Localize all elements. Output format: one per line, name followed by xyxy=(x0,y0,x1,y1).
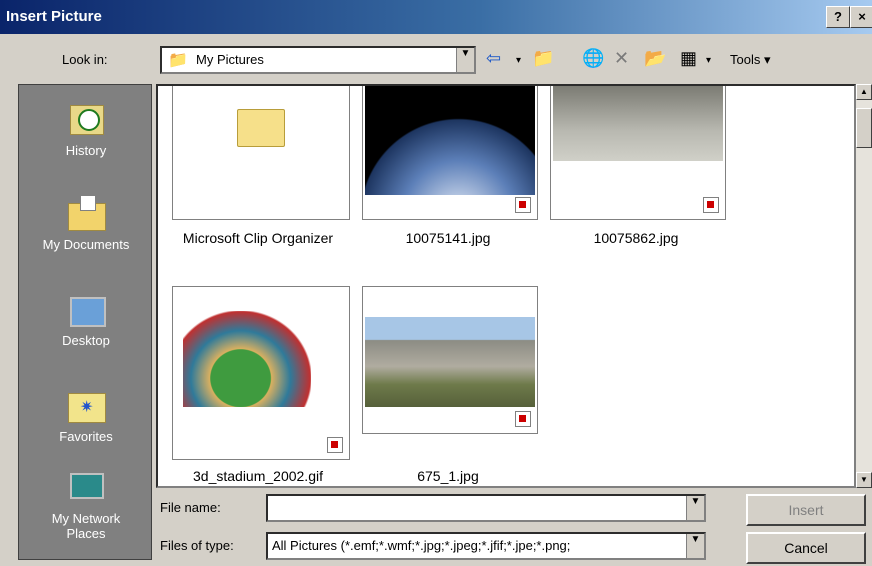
house-photo xyxy=(365,317,535,407)
file-name[interactable]: 10075141.jpg xyxy=(348,230,548,246)
places-bar: History My Documents Desktop ✷ Favorites xyxy=(18,84,152,560)
place-favorites[interactable]: ✷ Favorites xyxy=(19,387,153,444)
look-in-value: My Pictures xyxy=(196,52,264,67)
new-folder-icon[interactable]: 📂 xyxy=(644,48,666,69)
file-name-label: File name: xyxy=(160,500,221,515)
file-type-dropdown[interactable]: All Pictures (*.emf;*.wmf;*.jpg;*.jpeg;*… xyxy=(266,532,706,560)
file-type-label: Files of type: xyxy=(160,538,234,553)
favorites-icon: ✷ xyxy=(66,387,106,423)
chevron-down-icon[interactable]: ▼ xyxy=(686,534,704,558)
my-documents-icon xyxy=(66,195,106,231)
folder-icon xyxy=(237,109,285,147)
image-file-icon xyxy=(703,197,719,213)
image-file-icon xyxy=(327,437,343,453)
vertical-scrollbar[interactable]: ▲ ▼ xyxy=(856,84,872,488)
file-name[interactable]: 3d_stadium_2002.gif xyxy=(158,468,358,484)
views-dropdown-icon[interactable]: ▾ xyxy=(706,55,711,66)
place-history[interactable]: History xyxy=(19,101,153,158)
views-icon[interactable]: ▦ xyxy=(680,48,697,69)
back-icon[interactable]: ⇦ xyxy=(486,48,501,69)
place-desktop[interactable]: Desktop xyxy=(19,291,153,348)
folder-icon: 📁 xyxy=(168,52,188,69)
up-folder-icon[interactable]: 📁 xyxy=(532,48,554,69)
title-bar: Insert Picture ? × xyxy=(0,0,872,34)
scroll-thumb[interactable] xyxy=(856,108,872,148)
image-file-icon xyxy=(515,197,531,213)
scroll-down-icon[interactable]: ▼ xyxy=(856,472,872,488)
search-web-icon[interactable]: 🌐 xyxy=(582,48,604,69)
back-dropdown-icon[interactable]: ▾ xyxy=(516,55,521,66)
file-name[interactable]: 10075862.jpg xyxy=(536,230,736,246)
chevron-down-icon[interactable]: ▼ xyxy=(456,48,474,72)
file-thumbnail[interactable] xyxy=(550,86,726,220)
file-thumbnail[interactable] xyxy=(172,86,350,220)
insert-button[interactable]: Insert xyxy=(746,494,866,526)
moon-photo xyxy=(553,86,723,161)
cancel-button[interactable]: Cancel xyxy=(746,532,866,564)
look-in-label: Look in: xyxy=(62,52,108,67)
help-button[interactable]: ? xyxy=(826,6,850,28)
delete-icon[interactable]: ✕ xyxy=(614,48,629,69)
place-my-network-places[interactable]: My Network Places xyxy=(19,469,153,541)
desktop-icon xyxy=(66,291,106,327)
scroll-up-icon[interactable]: ▲ xyxy=(856,84,872,100)
place-label: History xyxy=(65,143,107,158)
place-label: My Documents xyxy=(42,237,130,252)
chevron-down-icon[interactable]: ▼ xyxy=(686,496,704,520)
file-thumbnail[interactable] xyxy=(362,286,538,434)
file-name-input[interactable]: ▼ xyxy=(266,494,706,522)
file-type-value: All Pictures (*.emf;*.wmf;*.jpg;*.jpeg;*… xyxy=(272,538,571,553)
place-label: My Network Places xyxy=(51,511,121,541)
tools-menu[interactable]: Tools ▾ xyxy=(730,52,771,68)
file-thumbnail[interactable] xyxy=(172,286,350,460)
close-button[interactable]: × xyxy=(850,6,872,28)
place-label: Favorites xyxy=(59,429,113,444)
file-list-view[interactable]: Microsoft Clip Organizer 10075141.jpg 10… xyxy=(156,84,856,488)
earth-photo xyxy=(365,86,535,195)
place-my-documents[interactable]: My Documents xyxy=(19,195,153,252)
insert-picture-dialog: Insert Picture ? × Look in: 📁 My Picture… xyxy=(0,0,872,566)
history-icon xyxy=(66,101,106,137)
file-name[interactable]: 675_1.jpg xyxy=(348,468,548,484)
file-name[interactable]: Microsoft Clip Organizer xyxy=(158,230,358,246)
look-in-dropdown[interactable]: 📁 My Pictures ▼ xyxy=(160,46,476,74)
place-label: Desktop xyxy=(62,333,110,348)
window-title: Insert Picture xyxy=(6,8,102,25)
network-icon xyxy=(66,469,106,505)
image-file-icon xyxy=(515,411,531,427)
file-thumbnail[interactable] xyxy=(362,86,538,220)
stadium-image xyxy=(183,311,311,407)
